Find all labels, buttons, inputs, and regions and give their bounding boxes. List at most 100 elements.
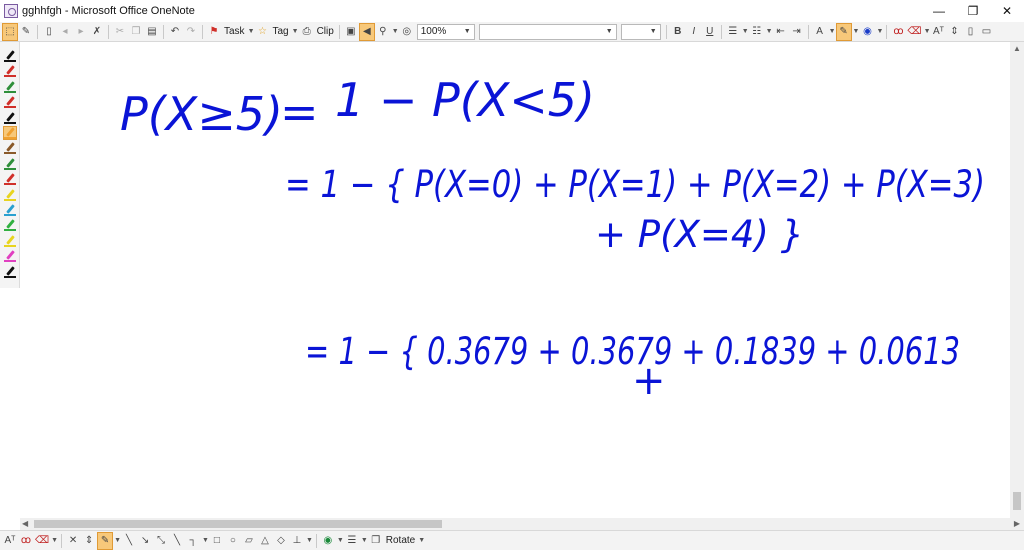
rotate-dropdown-icon[interactable]: ▼ bbox=[418, 537, 425, 544]
insert-space-icon[interactable]: ⇕ bbox=[81, 532, 97, 550]
font-name-select[interactable]: ▼ bbox=[478, 23, 617, 40]
pen-swatch-icon[interactable] bbox=[4, 188, 16, 201]
numbering-dropdown-icon[interactable]: ▼ bbox=[766, 28, 773, 35]
tag-button[interactable]: Tag bbox=[271, 26, 291, 37]
undo-icon[interactable]: ↶ bbox=[167, 23, 183, 41]
pen-swatch-icon[interactable] bbox=[4, 158, 16, 170]
diamond-tool-icon[interactable]: ◇ bbox=[273, 532, 289, 550]
vertical-scroll-thumb[interactable] bbox=[1013, 492, 1021, 510]
help-icon[interactable]: ◎ bbox=[399, 23, 415, 41]
page-width-icon[interactable]: ▭ bbox=[979, 23, 995, 41]
delete-ink-icon[interactable]: ✕ bbox=[65, 532, 81, 550]
pen-dropdown-icon[interactable]: ▼ bbox=[114, 537, 121, 544]
line-color-dropdown-icon[interactable]: ▼ bbox=[337, 537, 344, 544]
ink-color-icon[interactable]: ✎ bbox=[835, 22, 852, 41]
minimize-button[interactable]: — bbox=[922, 0, 956, 22]
ink-to-text-icon[interactable]: Aᵀ bbox=[2, 532, 18, 550]
eraser-icon[interactable]: ⌫ bbox=[34, 532, 50, 550]
pen-swatch-icon[interactable] bbox=[4, 50, 16, 62]
ink-to-text-icon[interactable]: Aᵀ bbox=[931, 23, 947, 41]
full-page-view-icon[interactable]: ▣ bbox=[343, 23, 359, 41]
decrease-indent-icon[interactable]: ⇤ bbox=[773, 23, 789, 41]
pen-swatch-icon[interactable] bbox=[4, 142, 16, 155]
eraser-dropdown-icon[interactable]: ▼ bbox=[51, 537, 58, 544]
pen-swatch-icon[interactable] bbox=[4, 111, 16, 124]
redo-icon[interactable]: ↷ bbox=[183, 23, 199, 41]
task-flag-icon[interactable]: ⚑ bbox=[206, 23, 222, 41]
back-icon[interactable]: ◂ bbox=[57, 23, 73, 41]
vertical-scrollbar[interactable]: ▲ bbox=[1010, 42, 1024, 518]
arrow-tool-icon[interactable]: ↘ bbox=[137, 532, 153, 550]
eraser-icon[interactable]: ⌫ bbox=[906, 23, 922, 41]
scroll-right-icon[interactable]: ▶ bbox=[1014, 519, 1020, 528]
delete-icon[interactable]: ✗ bbox=[89, 23, 105, 41]
lasso-icon[interactable]: ꝏ bbox=[18, 532, 34, 550]
ink-color-dropdown-icon[interactable]: ▼ bbox=[853, 28, 860, 35]
new-page-icon[interactable]: ▯ bbox=[41, 23, 57, 41]
pen-swatch-icon[interactable] bbox=[4, 173, 16, 186]
italic-button[interactable]: I bbox=[686, 23, 702, 41]
highlight-icon[interactable]: ◉ bbox=[859, 23, 875, 41]
rotate-button[interactable]: Rotate bbox=[384, 535, 417, 546]
scroll-left-icon[interactable]: ◀ bbox=[22, 519, 28, 528]
axis-tool-icon[interactable]: ⊥ bbox=[289, 532, 305, 550]
zoom-select[interactable]: 100% ▼ bbox=[416, 23, 475, 40]
pen-swatch-icon[interactable] bbox=[4, 265, 16, 278]
select-tool-icon[interactable]: ⬚ bbox=[2, 22, 18, 41]
task-dropdown-icon[interactable]: ▼ bbox=[248, 28, 255, 35]
close-button[interactable]: ✕ bbox=[990, 0, 1024, 22]
highlight-dropdown-icon[interactable]: ▼ bbox=[876, 28, 883, 35]
audio-icon[interactable]: ◀ bbox=[358, 22, 375, 41]
triangle-tool-icon[interactable]: △ bbox=[257, 532, 273, 550]
clip-icon[interactable]: ⎙ bbox=[299, 23, 315, 41]
pen-swatch-icon[interactable] bbox=[4, 250, 16, 263]
research-dropdown-icon[interactable]: ▼ bbox=[392, 28, 399, 35]
maximize-button[interactable]: ❐ bbox=[956, 0, 990, 22]
tag-star-icon[interactable]: ☆ bbox=[255, 23, 271, 41]
bold-button[interactable]: B bbox=[670, 23, 686, 41]
pen-swatch-icon[interactable] bbox=[4, 65, 16, 78]
arrange-icon[interactable]: ❐ bbox=[368, 532, 384, 550]
tag-dropdown-icon[interactable]: ▼ bbox=[292, 28, 299, 35]
horizontal-scroll-thumb[interactable] bbox=[34, 520, 442, 528]
task-button[interactable]: Task bbox=[222, 26, 247, 37]
font-size-select[interactable]: ▼ bbox=[620, 23, 661, 40]
forward-icon[interactable]: ▸ bbox=[73, 23, 89, 41]
line-dropdown-icon[interactable]: ▼ bbox=[202, 537, 209, 544]
research-icon[interactable]: ⚲ bbox=[375, 23, 391, 41]
elbow-line-icon[interactable]: ┐ bbox=[185, 532, 201, 550]
pen-swatch-icon[interactable] bbox=[4, 204, 16, 216]
line-weight-icon[interactable]: ☰ bbox=[344, 532, 360, 550]
paste-icon[interactable]: ▤ bbox=[144, 23, 160, 41]
line-tool-icon[interactable]: ╲ bbox=[121, 532, 137, 550]
font-color-icon[interactable]: A bbox=[812, 23, 828, 41]
line-weight-dropdown-icon[interactable]: ▼ bbox=[361, 537, 368, 544]
eraser-dropdown-icon[interactable]: ▼ bbox=[924, 28, 931, 35]
parallelogram-tool-icon[interactable]: ▱ bbox=[241, 532, 257, 550]
lasso-icon[interactable]: ꝏ bbox=[890, 23, 906, 41]
shape-dropdown-icon[interactable]: ▼ bbox=[306, 537, 313, 544]
double-arrow-tool-icon[interactable]: ⤡ bbox=[153, 532, 169, 550]
bullets-icon[interactable]: ☰ bbox=[725, 23, 741, 41]
page-list-icon[interactable]: ▯ bbox=[963, 23, 979, 41]
pen-tool-icon[interactable]: ✎ bbox=[18, 23, 34, 41]
pen-swatch-icon[interactable] bbox=[4, 219, 16, 232]
pen-swatch-icon[interactable] bbox=[4, 235, 16, 247]
underline-button[interactable]: U bbox=[702, 23, 718, 41]
diagonal-line-icon[interactable]: ╲ bbox=[169, 532, 185, 550]
pen-swatch-icon[interactable] bbox=[4, 81, 16, 93]
horizontal-scrollbar[interactable]: ◀ ▶ bbox=[20, 518, 1024, 530]
font-color-dropdown-icon[interactable]: ▼ bbox=[829, 28, 836, 35]
line-color-icon[interactable]: ◉ bbox=[320, 532, 336, 550]
bullets-dropdown-icon[interactable]: ▼ bbox=[742, 28, 749, 35]
copy-icon[interactable]: ❐ bbox=[128, 23, 144, 41]
insert-space-icon[interactable]: ⇕ bbox=[947, 23, 963, 41]
cut-icon[interactable]: ✂ bbox=[112, 23, 128, 41]
pen-swatch-icon[interactable] bbox=[3, 126, 17, 140]
note-canvas[interactable]: P(X≥5) = 1 − P(X<5) = 1 − { P(X=0) + P(X… bbox=[20, 42, 1010, 518]
scroll-up-icon[interactable]: ▲ bbox=[1013, 44, 1021, 53]
pen-icon[interactable]: ✎ bbox=[97, 531, 114, 550]
numbering-icon[interactable]: ☷ bbox=[749, 23, 765, 41]
increase-indent-icon[interactable]: ⇥ bbox=[789, 23, 805, 41]
clip-button[interactable]: Clip bbox=[315, 26, 336, 37]
